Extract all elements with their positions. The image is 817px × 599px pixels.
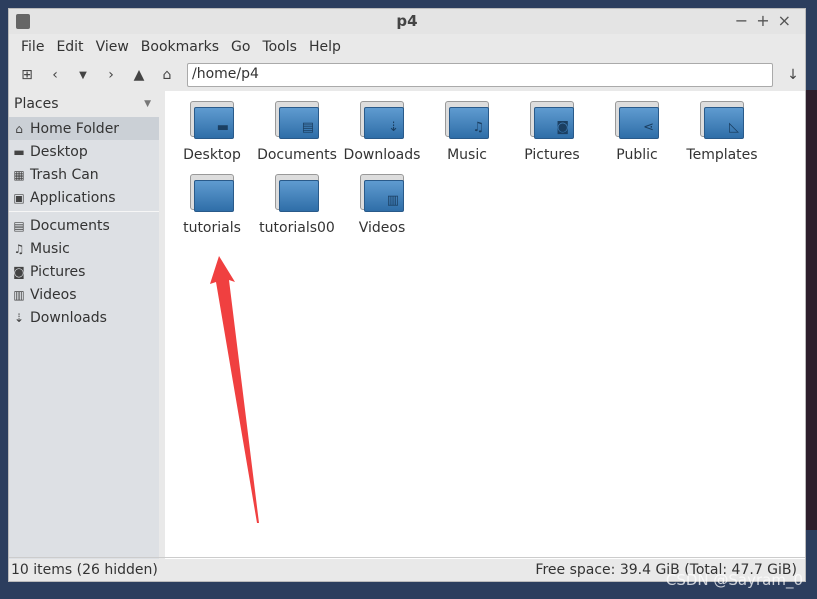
watermark: CSDN @Sayram_0 (665, 571, 803, 589)
annotation-arrow (210, 256, 259, 523)
arrow-shape (210, 256, 259, 523)
